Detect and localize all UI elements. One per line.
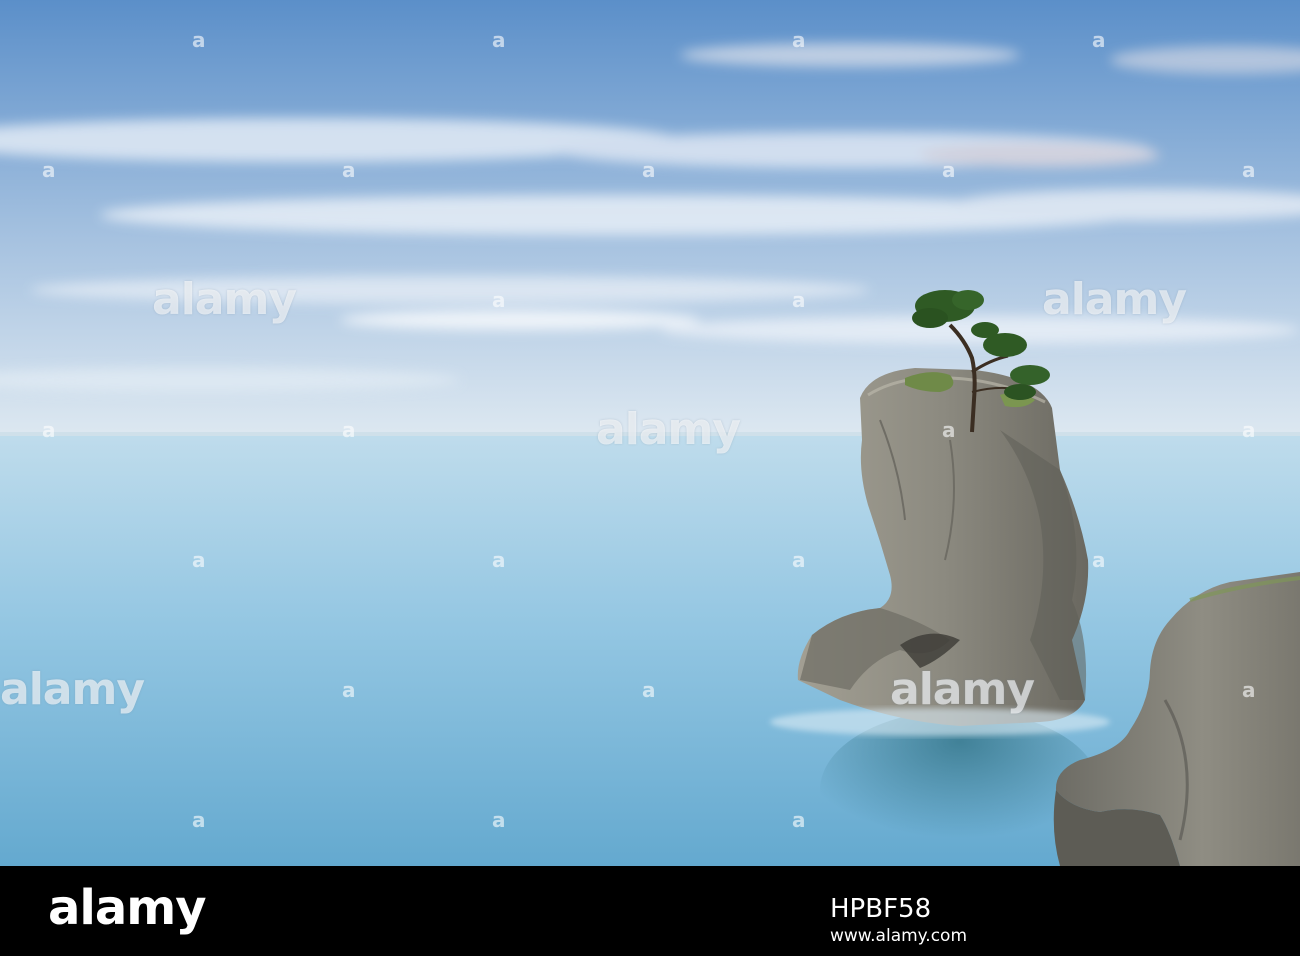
seascape-scene xyxy=(0,0,1300,866)
stock-footer-bar: alamy HPBF58 www.alamy.com xyxy=(0,866,1300,956)
horizon-line xyxy=(0,432,1300,436)
image-id: HPBF58 xyxy=(830,894,932,924)
stock-photo-frame: alamy alamy alamy alamy alamy a a a a a … xyxy=(0,0,1300,956)
rock-base-mist xyxy=(770,708,1110,736)
seascape-photo: alamy alamy alamy alamy alamy a a a a a … xyxy=(0,0,1300,866)
site-url: www.alamy.com xyxy=(830,926,968,946)
alamy-logo: alamy xyxy=(48,880,207,936)
